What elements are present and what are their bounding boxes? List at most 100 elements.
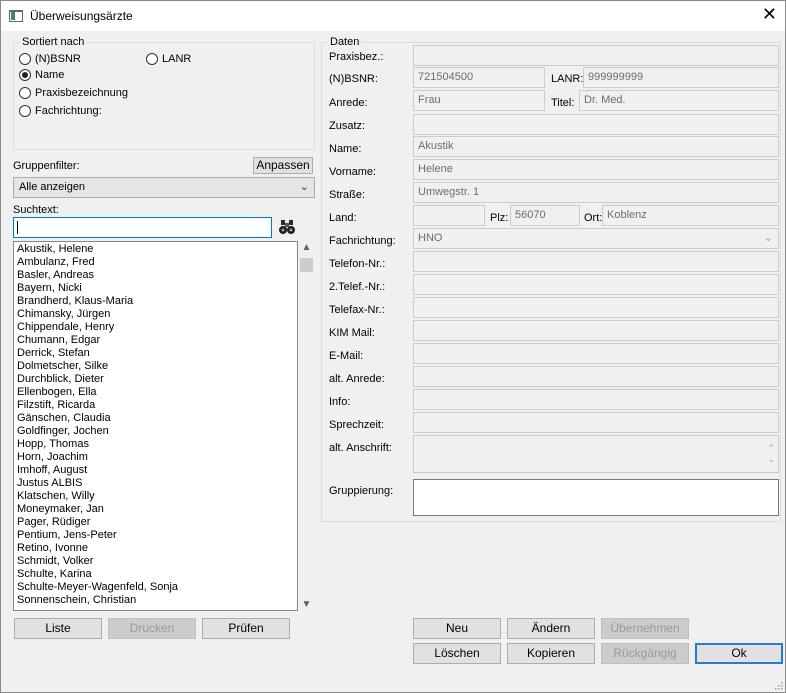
info-field[interactable] <box>413 389 779 410</box>
list-item[interactable]: Bayern, Nicki <box>17 282 297 295</box>
list-item[interactable]: Moneymaker, Jan <box>17 503 297 516</box>
chevron-down-icon: ⌄ <box>763 232 773 244</box>
titel-field[interactable]: Dr. Med. <box>579 90 779 111</box>
vorname-label: Vorname: <box>329 166 377 178</box>
telefon-label: Telefon-Nr.: <box>329 258 386 270</box>
list-item[interactable]: Hopp, Thomas <box>17 438 297 451</box>
strasse-field[interactable]: Umwegstr. 1 <box>413 182 779 203</box>
list-item[interactable]: Chumann, Edgar <box>17 334 297 347</box>
kim-field[interactable] <box>413 320 779 341</box>
list-item[interactable]: Horn, Joachim <box>17 451 297 464</box>
list-item[interactable]: Justus ALBIS <box>17 477 297 490</box>
new-button[interactable]: Neu <box>413 618 501 639</box>
list-item[interactable]: Derrick, Stefan <box>17 347 297 360</box>
adjust-button[interactable]: Anpassen <box>253 157 313 174</box>
name-field[interactable]: Akustik <box>413 136 779 157</box>
telefon-field[interactable] <box>413 251 779 272</box>
radio-name-circle <box>19 69 31 81</box>
vorname-field[interactable]: Helene <box>413 159 779 180</box>
list-item[interactable]: Akustik, Helene <box>17 243 297 256</box>
alt-anrede-field[interactable] <box>413 366 779 387</box>
group-filter-select[interactable]: Alle anzeigen ⌄ <box>13 177 315 198</box>
title-bar: Überweisungsärzte ✕ <box>1 1 785 31</box>
radio-name[interactable]: Name <box>19 69 64 81</box>
email-field[interactable] <box>413 343 779 364</box>
list-item[interactable]: Retino, Ivonne <box>17 542 297 555</box>
list-item[interactable]: Dolmetscher, Silke <box>17 360 297 373</box>
kim-label: KIM Mail: <box>329 327 375 339</box>
list-item[interactable]: Goldfinger, Jochen <box>17 425 297 438</box>
radio-lanr[interactable]: LANR <box>146 53 191 65</box>
doctor-list[interactable]: Akustik, Helene Ambulanz, Fred Basler, And… <box>13 241 298 611</box>
fachrichtung-select[interactable]: HNO ⌄ <box>413 228 779 249</box>
doctor-list-items: Akustik, Helene Ambulanz, Fred Basler, And… <box>14 242 297 607</box>
radio-bsnr[interactable]: (N)BSNR <box>19 53 81 65</box>
change-button[interactable]: Ändern <box>507 618 595 639</box>
alt-anschrift-field[interactable]: ⌃ ⌄ <box>413 435 779 473</box>
close-icon[interactable]: ✕ <box>762 5 777 23</box>
text-caret <box>17 221 18 234</box>
undo-button[interactable]: Rückgängig <box>601 643 689 664</box>
radio-lanr-circle <box>146 53 158 65</box>
alt-anrede-label: alt. Anrede: <box>329 373 385 385</box>
radio-fachrichtung[interactable]: Fachrichtung: <box>19 105 102 117</box>
plz-field[interactable]: 56070 <box>510 205 580 226</box>
list-scrollbar[interactable]: ▲ ▼ <box>298 241 315 611</box>
list-item[interactable]: Pentium, Jens-Peter <box>17 529 297 542</box>
list-item[interactable]: Pager, Rüdiger <box>17 516 297 529</box>
telefax-field[interactable] <box>413 297 779 318</box>
list-item[interactable]: Imhoff, August <box>17 464 297 477</box>
print-button[interactable]: Drucken <box>108 618 196 639</box>
list-item[interactable]: Durchblick, Dieter <box>17 373 297 386</box>
ok-button[interactable]: Ok <box>695 643 783 664</box>
delete-button[interactable]: Löschen <box>413 643 501 664</box>
anrede-label: Anrede: <box>329 97 368 109</box>
plz-label: Plz: <box>490 212 509 224</box>
praxisbez-label: Praxisbez.: <box>329 51 384 63</box>
list-item[interactable]: Chippendale, Henry <box>17 321 297 334</box>
resize-grip-icon[interactable] <box>773 680 783 690</box>
zusatz-label: Zusatz: <box>329 120 366 132</box>
sprechzeit-field[interactable] <box>413 412 779 433</box>
lanr-field[interactable]: 999999999 <box>583 67 779 88</box>
scroll-down-icon[interactable]: ⌄ <box>767 450 775 469</box>
praxisbez-field[interactable] <box>413 45 779 66</box>
list-item[interactable]: Ellenbogen, Ella <box>17 386 297 399</box>
scroll-down-icon[interactable]: ▼ <box>298 599 315 610</box>
radio-praxisbezeichnung[interactable]: Praxisbezeichnung <box>19 87 128 99</box>
list-item[interactable]: Basler, Andreas <box>17 269 297 282</box>
binoculars-search-icon[interactable] <box>278 219 296 235</box>
anrede-field[interactable]: Frau <box>413 90 545 111</box>
radio-bsnr-label: (N)BSNR <box>35 53 81 65</box>
list-item[interactable]: Schulte, Karina <box>17 568 297 581</box>
list-item[interactable]: Chimansky, Jürgen <box>17 308 297 321</box>
chevron-down-icon: ⌄ <box>299 181 309 193</box>
apply-button[interactable]: Übernehmen <box>601 618 689 639</box>
telefon2-field[interactable] <box>413 274 779 295</box>
land-field[interactable] <box>413 205 485 226</box>
copy-button[interactable]: Kopieren <box>507 643 595 664</box>
list-item[interactable]: Ambulanz, Fred <box>17 256 297 269</box>
ort-field[interactable]: Koblenz <box>602 205 779 226</box>
list-item[interactable]: Klatschen, Willy <box>17 490 297 503</box>
name-label: Name: <box>329 143 362 155</box>
list-item[interactable]: Schulte-Meyer-Wagenfeld, Sonja <box>17 581 297 594</box>
list-item[interactable]: Brandherd, Klaus-Maria <box>17 295 297 308</box>
list-item[interactable]: Filzstift, Ricarda <box>17 399 297 412</box>
gruppierung-label: Gruppierung: <box>329 485 394 497</box>
scroll-up-icon[interactable]: ▲ <box>298 242 315 253</box>
gruppierung-field[interactable] <box>413 479 779 516</box>
search-input[interactable] <box>13 217 272 238</box>
list-item[interactable]: Schmidt, Volker <box>17 555 297 568</box>
zusatz-field[interactable] <box>413 114 779 135</box>
check-button[interactable]: Prüfen <box>202 618 290 639</box>
list-item[interactable]: Sonnenschein, Christian <box>17 594 297 607</box>
list-item[interactable]: Gänschen, Claudia <box>17 412 297 425</box>
scroll-thumb[interactable] <box>300 258 313 272</box>
bsnr-label: (N)BSNR: <box>329 73 378 85</box>
email-label: E-Mail: <box>329 350 364 362</box>
bsnr-field[interactable]: 721504500 <box>413 67 545 88</box>
details-legend: Daten <box>330 36 360 48</box>
list-button[interactable]: Liste <box>14 618 102 639</box>
radio-fachrichtung-circle <box>19 105 31 117</box>
